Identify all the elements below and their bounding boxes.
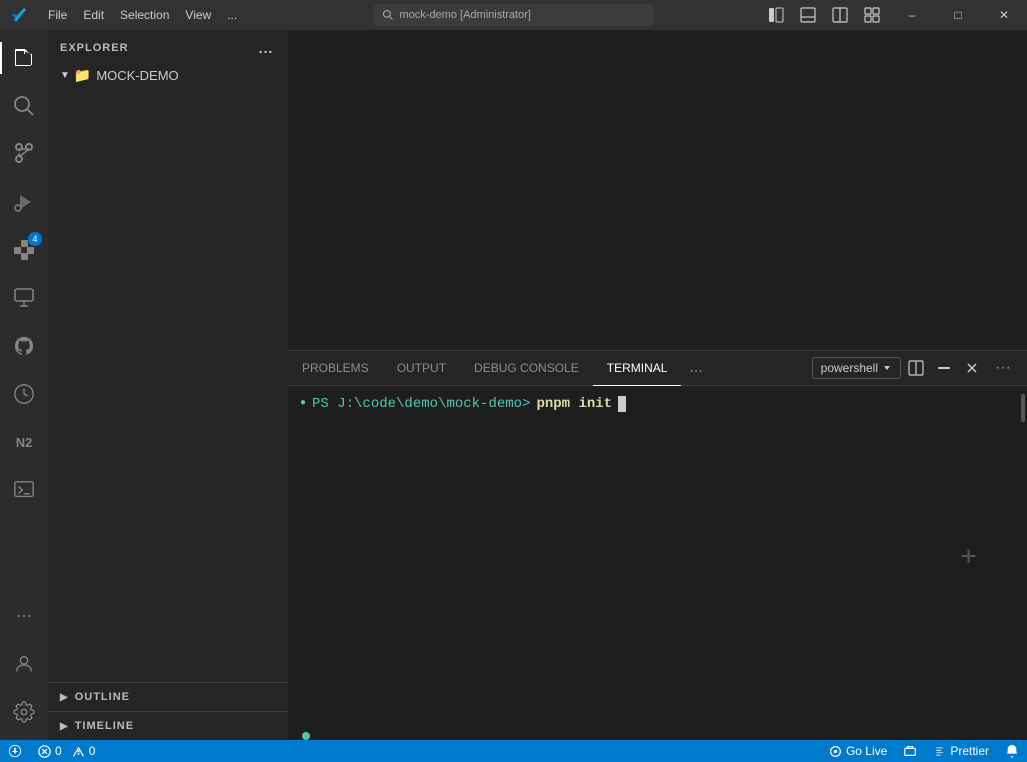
title-search-text: mock-demo [Administrator] [400,9,531,21]
panel-tabs-bar: PROBLEMS OUTPUT DEBUG CONSOLE TERMINAL .… [288,351,1027,386]
status-go-live[interactable]: Go Live [821,740,895,762]
editor-main [288,30,1027,350]
menu-file[interactable]: File [40,0,75,30]
status-left: 0 0 [0,740,103,762]
status-remote[interactable] [0,740,30,762]
terminal-wrapper: ● PS J:\code\demo\mock-demo> pnpm init + [288,386,1027,732]
activity-bar: 4 N2 ⋯ [0,30,48,740]
close-btn[interactable]: ✕ [981,0,1027,30]
layout-icons [761,0,887,30]
go-live-text: Go Live [846,744,887,758]
sidebar-layout-icon[interactable] [761,0,791,30]
tab-debug-console[interactable]: DEBUG CONSOLE [460,351,593,386]
terminal-cursor [618,396,626,412]
panel-right-more[interactable]: ··· [987,351,1019,386]
sidebar: EXPLORER ... ▼ 📁 MOCK-DEMO ▶ OUTLINE ▶ T… [48,30,288,740]
activity-run[interactable] [0,178,48,226]
timeline-arrow: ▶ [60,721,69,732]
menu-more[interactable]: ... [219,0,245,30]
folder-arrow: ▼ [60,70,70,81]
status-right: Go Live Prettier [821,740,1027,762]
sidebar-title: EXPLORER ... [48,30,288,65]
scrollbar-thumb [1021,394,1025,422]
activity-remote[interactable] [0,274,48,322]
terminal-line-1: ● PS J:\code\demo\mock-demo> pnpm init [300,394,1005,414]
activity-account[interactable] [0,640,48,688]
terminal-indicator-dot [302,732,310,740]
outline-arrow: ▶ [60,692,69,703]
menu-edit[interactable]: Edit [75,0,112,30]
timeline-label: TIMELINE [75,720,134,732]
panel-tabs-more[interactable]: ... [681,351,710,386]
split-terminal-btn[interactable] [903,355,929,381]
status-port[interactable] [895,740,925,762]
activity-more[interactable]: ⋯ [0,592,48,640]
error-count: 0 [55,744,62,758]
sidebar-actions: ... [256,38,276,58]
terminal-plus-icon: + [960,544,977,575]
terminal-dot: ● [300,394,306,414]
maximize-btn[interactable]: □ [935,0,981,30]
editor-area: PROBLEMS OUTPUT DEBUG CONSOLE TERMINAL .… [288,30,1027,740]
panel-layout-icon[interactable] [793,0,823,30]
status-errors[interactable]: 0 0 [30,740,103,762]
sidebar-more-btn[interactable]: ... [256,38,276,58]
shell-label[interactable]: powershell [812,357,901,379]
terminal-command: pnpm init [536,394,612,414]
tab-output[interactable]: OUTPUT [383,351,460,386]
menu-view[interactable]: View [177,0,219,30]
activity-search[interactable] [0,82,48,130]
terminal-content[interactable]: ● PS J:\code\demo\mock-demo> pnpm init + [288,386,1017,732]
activity-github[interactable] [0,322,48,370]
status-bar: 0 0 Go Live Prettier [0,740,1027,762]
activity-timeline[interactable] [0,370,48,418]
prettier-text: Prettier [950,744,989,758]
main-content: 4 N2 ⋯ [0,30,1027,740]
timeline-panel: ▶ TIMELINE [48,711,288,740]
activity-explorer[interactable] [0,34,48,82]
terminal-scrollbar[interactable] [1017,386,1027,732]
activity-source-control[interactable] [0,130,48,178]
shell-name: powershell [821,361,878,375]
outline-panel: ▶ OUTLINE [48,682,288,711]
tab-problems[interactable]: PROBLEMS [288,351,383,386]
activity-n2[interactable]: N2 [0,418,48,466]
menu-bar: File Edit Selection View ... [40,0,245,30]
panel-area: PROBLEMS OUTPUT DEBUG CONSOLE TERMINAL .… [288,350,1027,740]
kill-terminal-btn[interactable] [931,355,957,381]
title-search[interactable]: mock-demo [Administrator] [374,4,654,26]
warning-count: 0 [89,744,96,758]
activity-settings[interactable] [0,688,48,736]
app-logo [0,7,40,23]
outline-panel-header[interactable]: ▶ OUTLINE [48,683,288,711]
terminal-prompt: PS J:\code\demo\mock-demo> [312,394,530,414]
activity-bar-bottom: ⋯ [0,592,48,740]
terminal-indicator-bar [288,732,1027,740]
split-layout-icon[interactable] [825,0,855,30]
grid-layout-icon[interactable] [857,0,887,30]
status-prettier[interactable]: Prettier [925,740,997,762]
window-controls: – □ ✕ [889,0,1027,30]
title-bar: File Edit Selection View ... mock-demo [… [0,0,1027,30]
extensions-badge: 4 [28,232,42,246]
outline-label: OUTLINE [75,691,130,703]
folder-mock-demo[interactable]: ▼ 📁 MOCK-DEMO [48,65,288,86]
menu-selection[interactable]: Selection [112,0,177,30]
tab-terminal[interactable]: TERMINAL [593,351,682,386]
minimize-btn[interactable]: – [889,0,935,30]
activity-extensions[interactable]: 4 [0,226,48,274]
timeline-panel-header[interactable]: ▶ TIMELINE [48,712,288,740]
folder-icon: 📁 [74,67,91,84]
status-notifications[interactable] [997,740,1027,762]
delete-terminal-btn[interactable] [959,355,985,381]
folder-name: MOCK-DEMO [96,68,178,83]
activity-terminal[interactable] [0,466,48,514]
panel-tabs-right: powershell [812,351,1027,386]
